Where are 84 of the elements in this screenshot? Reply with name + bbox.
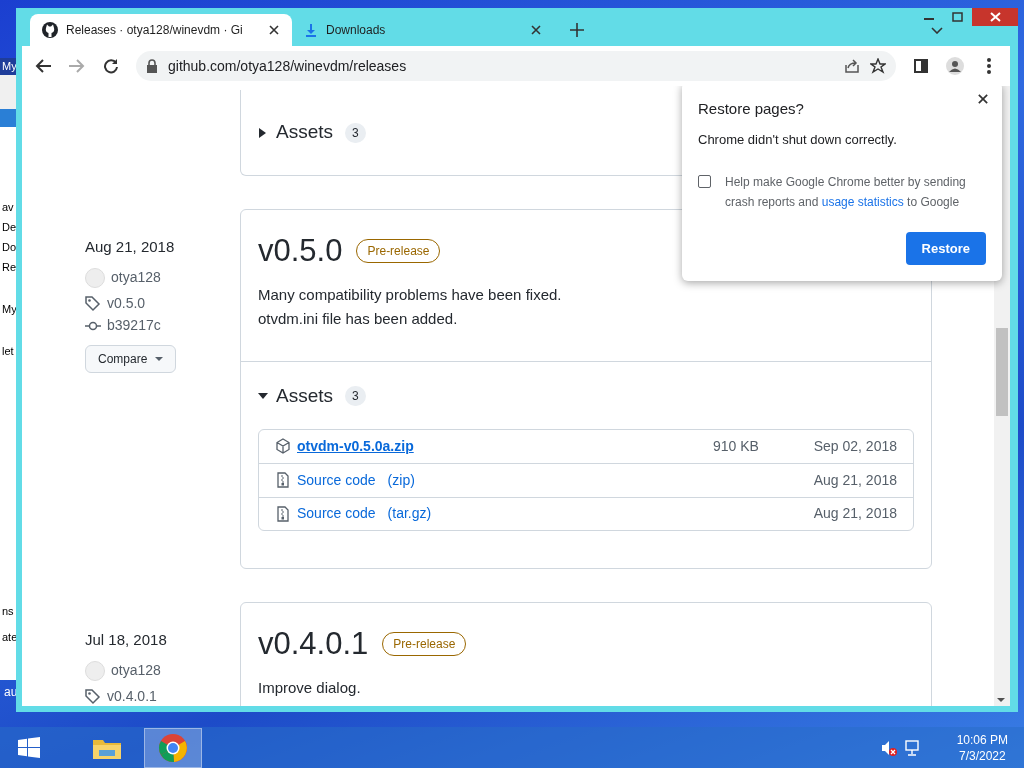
assets-toggle[interactable]: Assets 3 bbox=[258, 382, 914, 411]
back-arrow-icon bbox=[35, 58, 51, 74]
close-icon bbox=[989, 12, 1001, 22]
kebab-menu-icon bbox=[987, 58, 991, 74]
scrollbar-thumb[interactable] bbox=[996, 328, 1008, 416]
avatar bbox=[85, 660, 105, 681]
zip-file-icon bbox=[275, 472, 291, 489]
checkbox-label: Help make Google Chrome better by sending crash reports and usage statistics to Google bbox=[725, 173, 967, 211]
asset-date: Sep 02, 2018 bbox=[812, 436, 897, 456]
count-badge: 3 bbox=[345, 122, 366, 143]
avatar bbox=[85, 267, 105, 288]
folder-label: My bbox=[1, 302, 16, 317]
reload-icon bbox=[103, 58, 119, 74]
browser-tab[interactable]: Releases · otya128/winevdm · Gi bbox=[30, 14, 292, 46]
clock[interactable]: 10:06 PM 7/3/2022 bbox=[956, 731, 1008, 764]
folder-label: ate bbox=[1, 630, 16, 645]
release-title[interactable]: v0.5.0 bbox=[258, 232, 343, 270]
folder-label: Re bbox=[1, 260, 16, 275]
star-icon[interactable] bbox=[870, 58, 886, 74]
close-icon[interactable] bbox=[268, 24, 280, 36]
release-title[interactable]: v0.4.0.1 bbox=[258, 625, 369, 663]
release-note: otvdm.ini file has been added. bbox=[258, 309, 459, 330]
release-note: Many compatibility problems have been fixed. bbox=[258, 285, 563, 306]
share-icon[interactable] bbox=[844, 58, 860, 74]
tag-link[interactable]: v0.5.0 bbox=[107, 293, 146, 314]
assets-toggle[interactable]: Assets 3 bbox=[258, 118, 366, 147]
usage-statistics-link[interactable]: usage statistics bbox=[821, 194, 904, 209]
folder-label: let bbox=[1, 344, 15, 359]
release-date: Jul 18, 2018 bbox=[85, 630, 168, 651]
caret-icon bbox=[258, 127, 268, 138]
muted-speaker-icon[interactable] bbox=[880, 739, 897, 756]
asset-link[interactable]: Source code bbox=[297, 503, 376, 525]
network-icon[interactable] bbox=[904, 739, 921, 756]
window-toolbar bbox=[0, 75, 16, 109]
restore-button[interactable]: Restore bbox=[905, 231, 986, 265]
cat-icon bbox=[42, 22, 58, 38]
folder-label: Do bbox=[1, 240, 16, 255]
asset-date: Aug 21, 2018 bbox=[812, 504, 897, 524]
zip-file-icon bbox=[275, 505, 291, 522]
maximize-icon bbox=[952, 12, 963, 22]
windows-logo-icon bbox=[18, 737, 40, 758]
tag-link[interactable]: v0.4.0.1 bbox=[107, 686, 157, 706]
download-icon bbox=[304, 23, 318, 37]
commit-icon bbox=[85, 319, 101, 332]
checkbox[interactable] bbox=[698, 174, 711, 188]
author-link[interactable]: otya128 bbox=[111, 660, 161, 682]
count-badge: 3 bbox=[345, 386, 366, 407]
author-link[interactable]: otya128 bbox=[111, 267, 161, 288]
side-panel-icon bbox=[914, 59, 928, 73]
plus-icon bbox=[570, 23, 584, 37]
window-title: My bbox=[2, 60, 16, 72]
close-icon bbox=[978, 93, 988, 105]
folder-label: De bbox=[1, 220, 16, 235]
tag-icon bbox=[85, 295, 101, 312]
address-bar[interactable]: github.com/otya128/winevdm/releases bbox=[136, 51, 896, 81]
clock-time: 10:06 PM bbox=[956, 731, 1008, 748]
file-size: 910 KB bbox=[713, 436, 760, 456]
folder-label: av bbox=[1, 200, 15, 215]
format-label: (zip) bbox=[387, 470, 415, 490]
chevron-down-icon bbox=[931, 26, 943, 34]
caret-icon bbox=[155, 356, 164, 361]
forward-arrow-icon bbox=[69, 58, 85, 74]
asset-link[interactable]: Source code bbox=[297, 469, 376, 491]
commit-link[interactable]: b39217c bbox=[107, 315, 161, 336]
asset-date: Aug 21, 2018 bbox=[812, 470, 897, 490]
close-icon[interactable] bbox=[530, 24, 542, 36]
lock-icon bbox=[146, 59, 158, 73]
ribbon-band bbox=[0, 109, 16, 127]
dialog-title: Restore pages? bbox=[698, 100, 805, 118]
package-icon bbox=[275, 438, 291, 455]
person-icon bbox=[946, 57, 964, 75]
clock-date: 7/3/2022 bbox=[957, 747, 1007, 764]
asset-link[interactable]: otvdm-v0.5.0a.zip bbox=[297, 435, 414, 457]
format-label: (tar.gz) bbox=[387, 504, 432, 524]
release-note: Improve dialog. bbox=[258, 678, 362, 699]
browser-tab[interactable]: Downloads bbox=[292, 14, 554, 46]
dialog-message: Chrome didn't shut down correctly. bbox=[698, 131, 898, 149]
scroll-down-icon[interactable] bbox=[997, 698, 1005, 702]
tag-icon bbox=[85, 688, 101, 705]
folder-label: ns bbox=[1, 604, 15, 619]
compare-button[interactable]: Compare bbox=[85, 344, 177, 373]
release-date: Aug 21, 2018 bbox=[85, 237, 176, 257]
chrome-button[interactable] bbox=[144, 727, 202, 768]
chrome-logo-icon bbox=[158, 732, 188, 763]
